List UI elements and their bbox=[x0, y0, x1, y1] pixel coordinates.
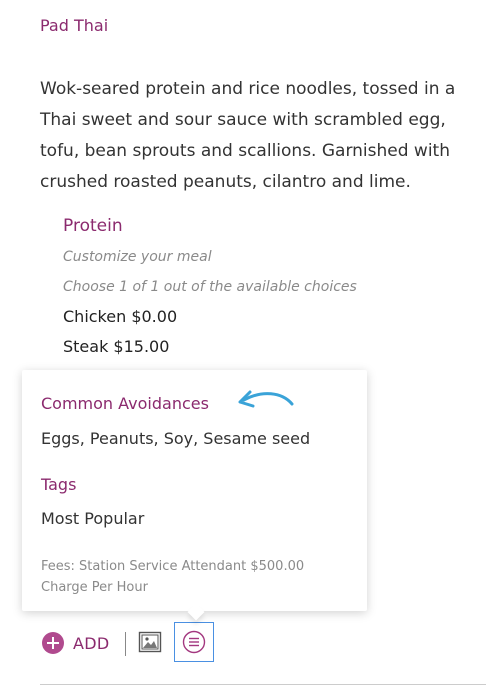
curved-arrow-icon bbox=[238, 390, 294, 408]
choose-hint: Choose 1 of 1 out of the available choic… bbox=[63, 279, 357, 295]
item-description: Wok-seared protein and rice noodles, tos… bbox=[40, 79, 456, 192]
option-choice-steak[interactable]: Steak $15.00 bbox=[63, 332, 463, 362]
section-divider bbox=[40, 684, 486, 685]
menu-lines-icon bbox=[182, 630, 206, 654]
customize-hint: Customize your meal bbox=[63, 249, 212, 265]
fees-text: Fees: Station Service Attendant $500.00 … bbox=[41, 559, 305, 595]
image-icon bbox=[138, 631, 162, 653]
action-divider bbox=[125, 632, 126, 656]
item-info-popover: Common Avoidances Eggs, Peanuts, Soy, Se… bbox=[22, 370, 367, 621]
add-button[interactable]: ADD bbox=[42, 631, 110, 655]
protein-option-group: Protein Customize your meal Choose 1 of … bbox=[63, 214, 463, 392]
avoidances-heading: Common Avoidances bbox=[41, 394, 209, 413]
plus-circle-icon bbox=[42, 632, 64, 654]
item-info-button[interactable] bbox=[174, 622, 214, 662]
avoidances-text: Eggs, Peanuts, Soy, Sesame seed bbox=[41, 429, 311, 448]
tags-text: Most Popular bbox=[41, 509, 145, 528]
tags-heading: Tags bbox=[41, 475, 77, 494]
popover-caret bbox=[187, 603, 205, 621]
menu-item-page: Pad Thai Wok-seared protein and rice noo… bbox=[0, 0, 486, 687]
image-button[interactable] bbox=[138, 630, 162, 654]
option-choice-chicken[interactable]: Chicken $0.00 bbox=[63, 302, 463, 332]
item-actions: ADD bbox=[40, 622, 340, 664]
option-group-name: Protein bbox=[63, 216, 123, 236]
item-title: Pad Thai bbox=[40, 16, 109, 35]
add-label: ADD bbox=[73, 633, 110, 653]
